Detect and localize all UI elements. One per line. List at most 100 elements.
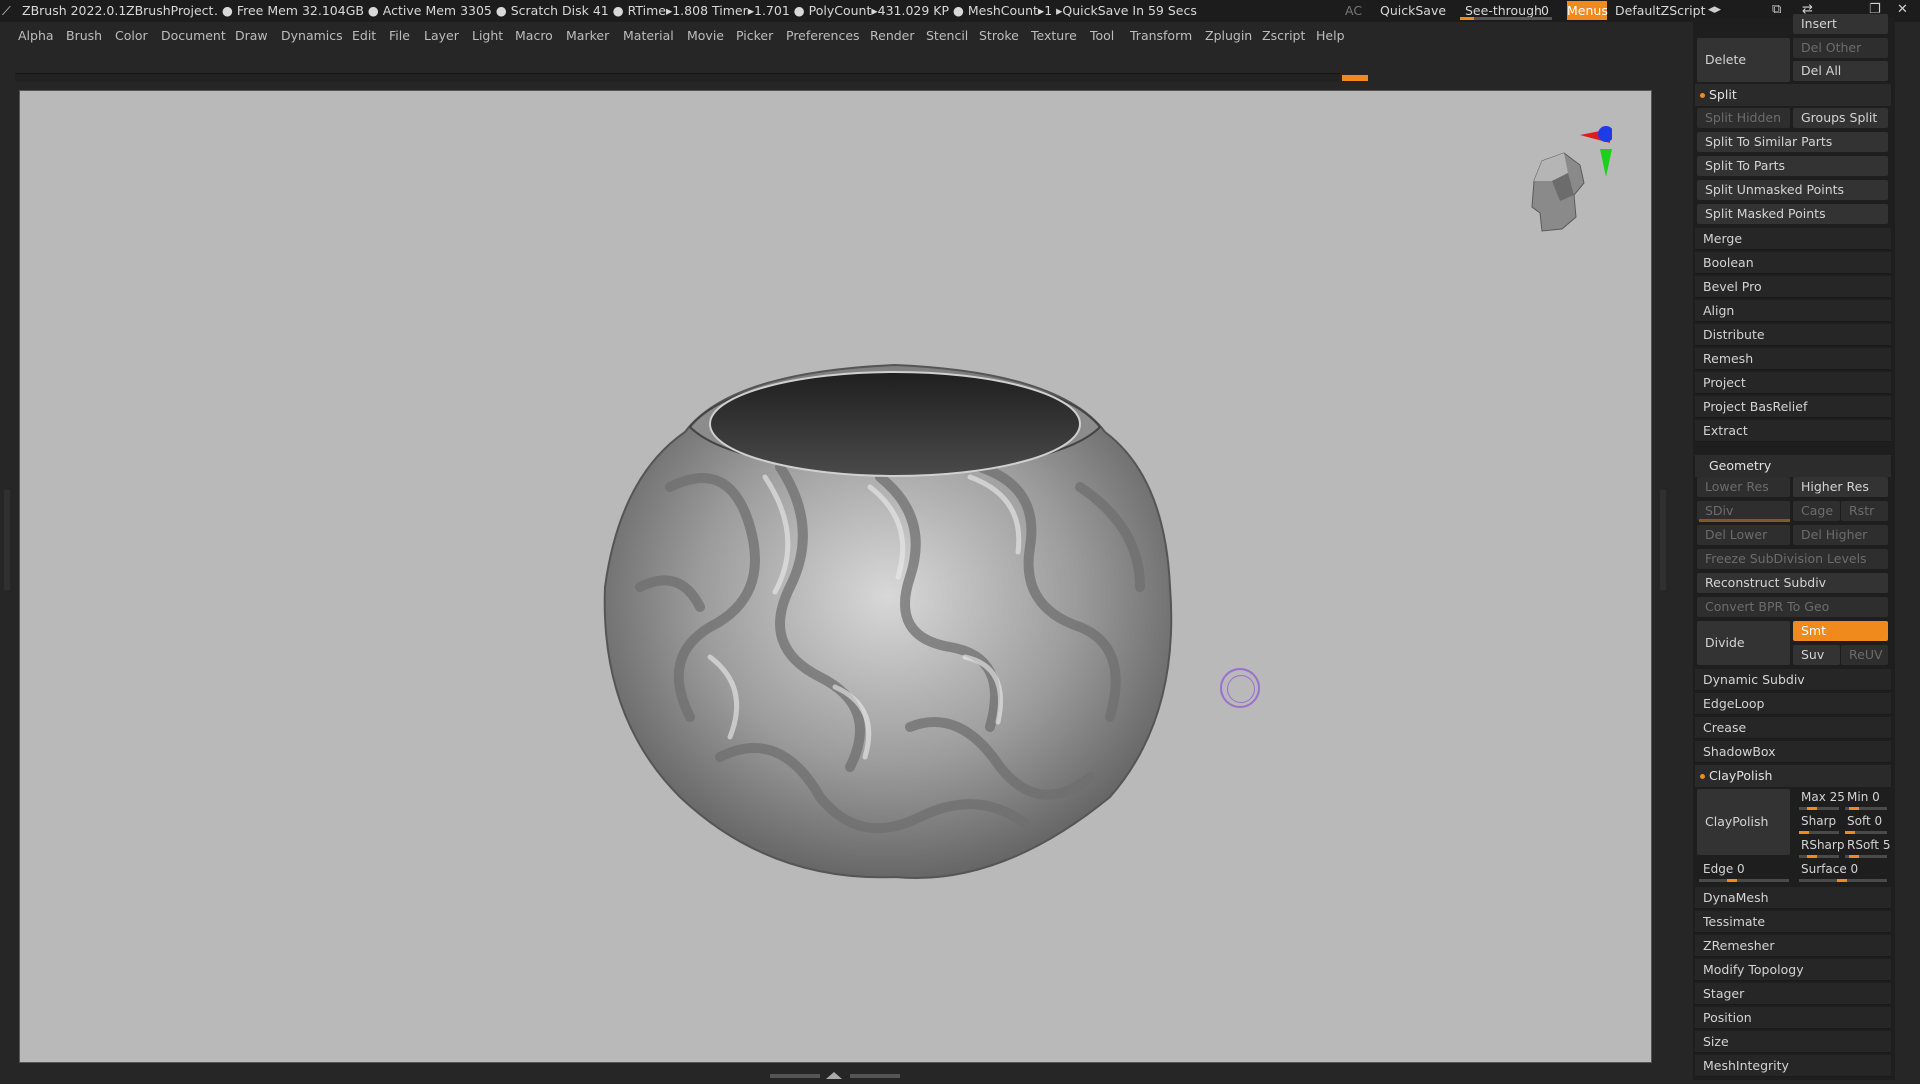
- menu-brush[interactable]: Brush: [66, 28, 102, 43]
- draw-size-cursor: [1220, 668, 1260, 708]
- split-to-parts-button[interactable]: Split To Parts: [1697, 156, 1888, 176]
- tool-palette-panel: Insert Delete Del Other Del All Split Sp…: [1693, 14, 1895, 1080]
- del-higher-button[interactable]: Del Higher: [1793, 525, 1888, 545]
- higher-res-button[interactable]: Higher Res: [1793, 477, 1888, 497]
- boolean-row[interactable]: Boolean: [1695, 252, 1891, 274]
- del-all-button[interactable]: Del All: [1793, 61, 1888, 81]
- position-row[interactable]: Position: [1695, 1007, 1891, 1029]
- del-lower-button[interactable]: Del Lower: [1697, 525, 1790, 545]
- claypolish-section-header[interactable]: ClayPolish: [1695, 765, 1891, 787]
- menu-render[interactable]: Render: [870, 28, 915, 43]
- remesh-row[interactable]: Remesh: [1695, 348, 1891, 370]
- max-slider-knob: [1807, 807, 1817, 810]
- divide-button[interactable]: Divide: [1697, 621, 1790, 665]
- menu-tool[interactable]: Tool: [1090, 28, 1114, 43]
- reconstruct-subdiv-button[interactable]: Reconstruct Subdiv: [1697, 573, 1888, 593]
- max-slider[interactable]: [1799, 807, 1839, 810]
- sdiv-slider-bar: [1699, 519, 1790, 522]
- menu-color[interactable]: Color: [115, 28, 148, 43]
- lower-res-button[interactable]: Lower Res: [1697, 477, 1790, 497]
- geometry-section-header[interactable]: Geometry: [1695, 455, 1891, 477]
- min-slider-label: Min 0: [1847, 790, 1880, 804]
- layout-arrows-icon[interactable]: ◂▸: [1708, 2, 1721, 17]
- project-basrelief-row[interactable]: Project BasRelief: [1695, 396, 1891, 418]
- distribute-row[interactable]: Distribute: [1695, 324, 1891, 346]
- edgeloop-row[interactable]: EdgeLoop: [1695, 693, 1891, 715]
- shadowbox-row[interactable]: ShadowBox: [1695, 741, 1891, 763]
- menu-help[interactable]: Help: [1316, 28, 1345, 43]
- menu-file[interactable]: File: [389, 28, 410, 43]
- freeze-subdivision-button[interactable]: Freeze SubDivision Levels: [1697, 549, 1888, 569]
- insert-button[interactable]: Insert: [1793, 14, 1888, 34]
- menu-edit[interactable]: Edit: [352, 28, 376, 43]
- split-masked-points-button[interactable]: Split Masked Points: [1697, 204, 1888, 224]
- see-through-slider[interactable]: [1460, 17, 1552, 20]
- meshintegrity-row[interactable]: MeshIntegrity: [1695, 1055, 1891, 1077]
- bevel-pro-row[interactable]: Bevel Pro: [1695, 276, 1891, 298]
- zremesher-row[interactable]: ZRemesher: [1695, 935, 1891, 957]
- smt-toggle[interactable]: Smt: [1793, 621, 1888, 641]
- menu-movie[interactable]: Movie: [687, 28, 724, 43]
- right-tray-handle[interactable]: [1660, 490, 1666, 590]
- split-section-header[interactable]: Split: [1695, 84, 1891, 106]
- left-tray-handle[interactable]: [4, 490, 10, 590]
- menu-picker[interactable]: Picker: [736, 28, 773, 43]
- claypolish-button[interactable]: ClayPolish: [1697, 789, 1790, 855]
- menu-document[interactable]: Document: [161, 28, 226, 43]
- menu-stroke[interactable]: Stroke: [979, 28, 1019, 43]
- project-row[interactable]: Project: [1695, 372, 1891, 394]
- align-row[interactable]: Align: [1695, 300, 1891, 322]
- menu-layer[interactable]: Layer: [424, 28, 459, 43]
- del-other-button[interactable]: Del Other: [1793, 38, 1888, 58]
- 3d-model-mesh[interactable]: [580, 327, 1210, 890]
- document-canvas[interactable]: [19, 90, 1652, 1063]
- groups-split-button[interactable]: Groups Split: [1793, 108, 1888, 128]
- sdiv-slider[interactable]: SDiv: [1697, 501, 1790, 521]
- menu-preferences[interactable]: Preferences: [786, 28, 860, 43]
- convert-bpr-button[interactable]: Convert BPR To Geo: [1697, 597, 1888, 617]
- menus-toggle[interactable]: Menus: [1567, 1, 1608, 20]
- dynamesh-row[interactable]: DynaMesh: [1695, 887, 1891, 909]
- stager-row[interactable]: Stager: [1695, 983, 1891, 1005]
- suv-toggle[interactable]: Suv: [1793, 645, 1840, 665]
- layout-switch-icon[interactable]: ⧉: [1772, 2, 1781, 17]
- ac-toggle[interactable]: AC: [1345, 3, 1362, 18]
- dynamic-subdiv-row[interactable]: Dynamic Subdiv: [1695, 669, 1891, 691]
- split-header-label: Split: [1709, 87, 1737, 102]
- edge-slider[interactable]: [1699, 879, 1789, 882]
- menu-dynamics[interactable]: Dynamics: [281, 28, 343, 43]
- rstr-button[interactable]: Rstr: [1841, 501, 1888, 521]
- menu-zplugin[interactable]: Zplugin: [1205, 28, 1252, 43]
- merge-row[interactable]: Merge: [1695, 228, 1891, 250]
- split-similar-parts-button[interactable]: Split To Similar Parts: [1697, 132, 1888, 152]
- bottom-tray-handle[interactable]: [770, 1069, 900, 1079]
- top-shelf-strip: [15, 73, 1340, 82]
- menu-light[interactable]: Light: [472, 28, 503, 43]
- crease-row[interactable]: Crease: [1695, 717, 1891, 739]
- menu-stencil[interactable]: Stencil: [926, 28, 968, 43]
- menu-macro[interactable]: Macro: [515, 28, 553, 43]
- menu-draw[interactable]: Draw: [235, 28, 268, 43]
- cage-button[interactable]: Cage: [1793, 501, 1840, 521]
- menu-zscript[interactable]: Zscript: [1262, 28, 1305, 43]
- quicksave-button[interactable]: QuickSave: [1380, 3, 1446, 18]
- tessimate-row[interactable]: Tessimate: [1695, 911, 1891, 933]
- menu-transform[interactable]: Transform: [1130, 28, 1192, 43]
- default-zscript-button[interactable]: DefaultZScript: [1615, 3, 1706, 18]
- split-hidden-button[interactable]: Split Hidden: [1697, 108, 1790, 128]
- extract-row[interactable]: Extract: [1695, 420, 1891, 442]
- claypolish-header-label: ClayPolish: [1709, 768, 1773, 783]
- size-row[interactable]: Size: [1695, 1031, 1891, 1053]
- menu-texture[interactable]: Texture: [1031, 28, 1077, 43]
- modify-topology-row[interactable]: Modify Topology: [1695, 959, 1891, 981]
- menu-marker[interactable]: Marker: [566, 28, 609, 43]
- rsharp-slider[interactable]: [1799, 855, 1839, 858]
- navigation-head-gizmo[interactable]: [1502, 121, 1612, 251]
- sdiv-label: SDiv: [1705, 503, 1734, 518]
- split-unmasked-points-button[interactable]: Split Unmasked Points: [1697, 180, 1888, 200]
- menu-material[interactable]: Material: [623, 28, 674, 43]
- close-icon[interactable]: ✕: [1897, 2, 1908, 17]
- delete-button[interactable]: Delete: [1697, 38, 1790, 82]
- reuv-toggle[interactable]: ReUV: [1841, 645, 1888, 665]
- menu-alpha[interactable]: Alpha: [18, 28, 54, 43]
